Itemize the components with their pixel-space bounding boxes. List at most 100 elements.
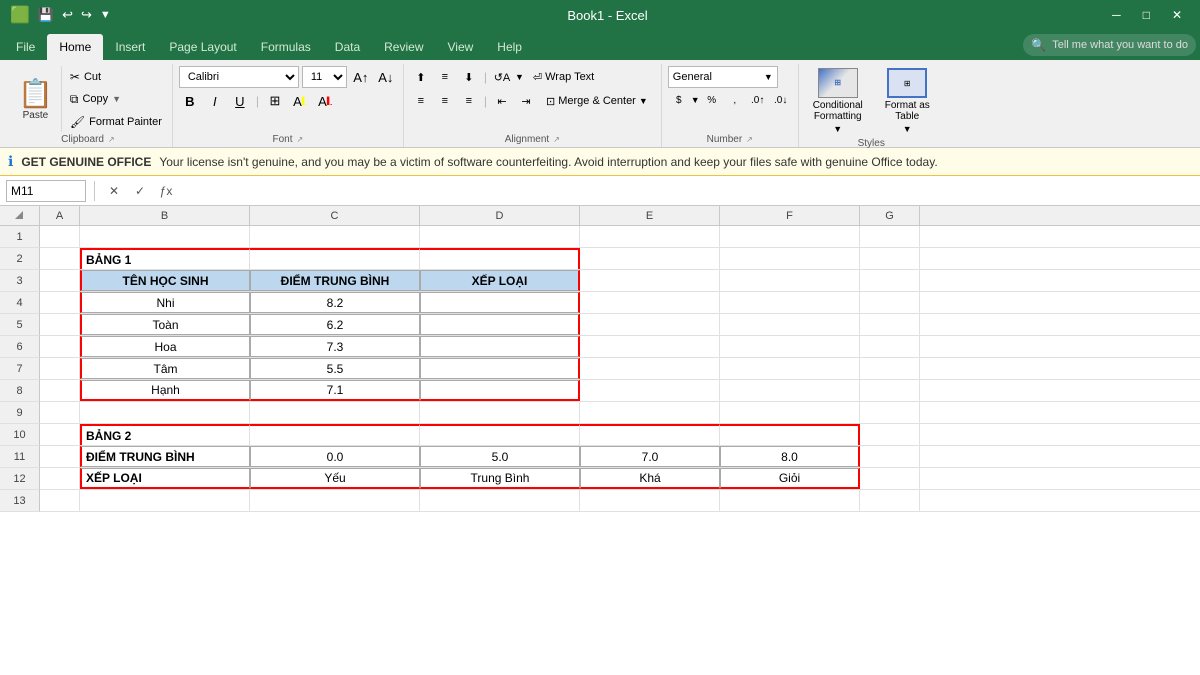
format-painter-button[interactable]: 🖌 Format Painter: [66, 113, 166, 131]
cell-g2[interactable]: [860, 248, 920, 269]
cell-g13[interactable]: [860, 490, 920, 511]
cell-f9[interactable]: [720, 402, 860, 423]
tab-insert[interactable]: Insert: [103, 34, 157, 60]
cell-d10[interactable]: [420, 424, 580, 445]
cell-d2[interactable]: [420, 248, 580, 269]
cell-e9[interactable]: [580, 402, 720, 423]
cell-e4[interactable]: [580, 292, 720, 313]
cell-b6[interactable]: Hoa: [80, 336, 250, 357]
cell-e2[interactable]: [580, 248, 720, 269]
decrease-font-button[interactable]: A↓: [375, 66, 397, 88]
row-header-6[interactable]: 6: [0, 336, 40, 358]
function-wizard-button[interactable]: ✕: [103, 180, 125, 202]
tab-data[interactable]: Data: [323, 34, 372, 60]
cell-g4[interactable]: [860, 292, 920, 313]
cell-d9[interactable]: [420, 402, 580, 423]
cell-a7[interactable]: [40, 358, 80, 379]
cell-a1[interactable]: [40, 226, 80, 247]
row-header-5[interactable]: 5: [0, 314, 40, 336]
cell-c8[interactable]: 7.1: [250, 380, 420, 401]
cell-b5[interactable]: Toàn: [80, 314, 250, 335]
decrease-decimal-button[interactable]: .0↓: [770, 90, 792, 110]
cell-f11[interactable]: 8.0: [720, 446, 860, 467]
percent-button[interactable]: %: [701, 90, 723, 110]
merge-center-button[interactable]: ⊡ Merge & Center ▼: [539, 92, 655, 111]
cell-a5[interactable]: [40, 314, 80, 335]
tab-home[interactable]: Home: [47, 34, 103, 60]
row-header-7[interactable]: 7: [0, 358, 40, 380]
cell-g9[interactable]: [860, 402, 920, 423]
more-icon[interactable]: ▼: [100, 9, 111, 21]
cell-b1[interactable]: [80, 226, 250, 247]
enter-button[interactable]: ✓: [129, 180, 151, 202]
font-size-selector[interactable]: 11: [302, 66, 347, 88]
number-format-dropdown[interactable]: ▼: [764, 72, 773, 82]
cell-c9[interactable]: [250, 402, 420, 423]
cell-c4[interactable]: 8.2: [250, 292, 420, 313]
cell-d8[interactable]: [420, 380, 580, 401]
cell-b8[interactable]: Hạnh: [80, 380, 250, 401]
cell-e11[interactable]: 7.0: [580, 446, 720, 467]
col-header-b[interactable]: B: [80, 206, 250, 225]
cell-e13[interactable]: [580, 490, 720, 511]
cell-a12[interactable]: [40, 468, 80, 489]
row-header-12[interactable]: 12: [0, 468, 40, 490]
cell-g6[interactable]: [860, 336, 920, 357]
col-header-f[interactable]: F: [720, 206, 860, 225]
cell-f2[interactable]: [720, 248, 860, 269]
maximize-btn[interactable]: □: [1135, 8, 1158, 22]
cell-c13[interactable]: [250, 490, 420, 511]
accounting-button[interactable]: $: [668, 90, 690, 110]
format-as-table-button[interactable]: ⊞ Format asTable ▼: [877, 66, 938, 136]
cell-f12[interactable]: Giỏi: [720, 468, 860, 489]
cell-e5[interactable]: [580, 314, 720, 335]
cell-b3[interactable]: TÊN HỌC SINH: [80, 270, 250, 291]
cell-c1[interactable]: [250, 226, 420, 247]
cell-e6[interactable]: [580, 336, 720, 357]
row-header-8[interactable]: 8: [0, 380, 40, 402]
search-bar[interactable]: 🔍 Tell me what you want to do: [1023, 34, 1196, 56]
cell-f7[interactable]: [720, 358, 860, 379]
align-bottom-button[interactable]: ⬇: [458, 66, 480, 88]
row-header-2[interactable]: 2: [0, 248, 40, 270]
cell-g11[interactable]: [860, 446, 920, 467]
cell-a4[interactable]: [40, 292, 80, 313]
copy-button[interactable]: ⧉ Copy ▼: [66, 90, 166, 109]
cell-f6[interactable]: [720, 336, 860, 357]
text-direction-button[interactable]: ↺A: [491, 66, 513, 88]
cell-f3[interactable]: [720, 270, 860, 291]
comma-button[interactable]: ,: [724, 90, 746, 110]
cell-e7[interactable]: [580, 358, 720, 379]
save-icon[interactable]: 💾: [38, 7, 54, 23]
number-expand-icon[interactable]: ↗: [746, 135, 753, 144]
cell-a11[interactable]: [40, 446, 80, 467]
cell-c10[interactable]: [250, 424, 420, 445]
font-name-selector[interactable]: Calibri: [179, 66, 299, 88]
cell-g7[interactable]: [860, 358, 920, 379]
col-header-g[interactable]: G: [860, 206, 920, 225]
cell-a2[interactable]: [40, 248, 80, 269]
underline-button[interactable]: U: [229, 90, 251, 112]
cell-b9[interactable]: [80, 402, 250, 423]
align-middle-button[interactable]: ≡: [434, 66, 456, 88]
cell-b11[interactable]: ĐIỂM TRUNG BÌNH: [80, 446, 250, 467]
formula-input[interactable]: [181, 182, 1194, 200]
accounting-dropdown[interactable]: ▼: [691, 95, 700, 105]
cell-c11[interactable]: 0.0: [250, 446, 420, 467]
cell-d13[interactable]: [420, 490, 580, 511]
cell-a13[interactable]: [40, 490, 80, 511]
cell-d3[interactable]: XẾP LOẠI: [420, 270, 580, 291]
cell-e1[interactable]: [580, 226, 720, 247]
cell-c5[interactable]: 6.2: [250, 314, 420, 335]
cell-f13[interactable]: [720, 490, 860, 511]
cell-c2[interactable]: [250, 248, 420, 269]
cell-f1[interactable]: [720, 226, 860, 247]
cell-c3[interactable]: ĐIỂM TRUNG BÌNH: [250, 270, 420, 291]
tab-file[interactable]: File: [4, 34, 47, 60]
conditional-formatting-button[interactable]: ⊞ ConditionalFormatting ▼: [805, 66, 871, 136]
cell-e12[interactable]: Khá: [580, 468, 720, 489]
border-button[interactable]: ⊞: [264, 90, 286, 112]
italic-button[interactable]: I: [204, 90, 226, 112]
tab-page-layout[interactable]: Page Layout: [157, 34, 248, 60]
bold-button[interactable]: B: [179, 90, 201, 112]
